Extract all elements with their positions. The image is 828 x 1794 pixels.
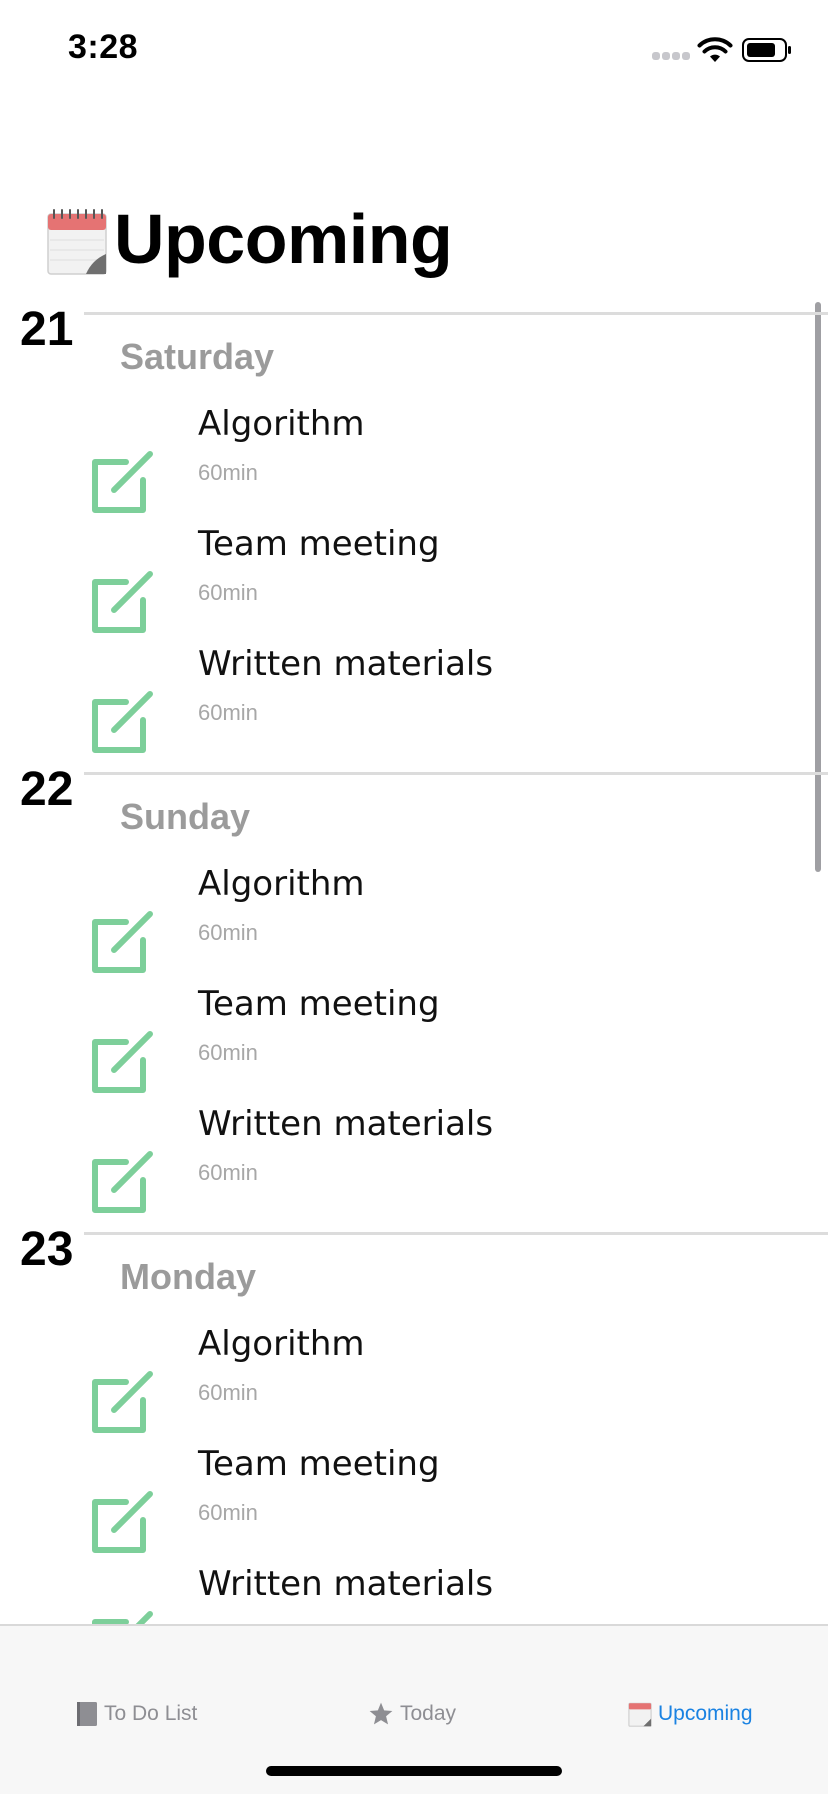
day-number: 23 [20, 1223, 74, 1276]
task-duration: 60min [198, 1160, 258, 1185]
task-title: Written materials [198, 1564, 494, 1604]
tab-label: Today [400, 1702, 457, 1725]
task-title: Written materials [198, 644, 494, 684]
star-icon [369, 1702, 393, 1725]
tab-today[interactable]: Today [368, 1698, 456, 1730]
wifi-icon [697, 37, 733, 62]
day-divider [84, 772, 828, 775]
task-title: Algorithm [198, 864, 365, 904]
task-item[interactable]: Algorithm 60min [0, 864, 828, 984]
cellular-signal-icon [652, 52, 692, 62]
task-item[interactable]: Team meeting 60min [0, 1444, 828, 1564]
task-item[interactable]: Team meeting 60min [0, 984, 828, 1104]
task-title: Team meeting [198, 524, 440, 564]
day-number: 21 [20, 303, 74, 356]
task-duration: 60min [198, 1040, 258, 1065]
day-name: Saturday [120, 336, 275, 377]
edit-icon [92, 911, 153, 973]
task-duration: 60min [198, 920, 258, 945]
edit-icon [92, 691, 153, 753]
edit-icon [92, 1491, 153, 1553]
task-duration: 60min [198, 1380, 258, 1405]
edit-icon [92, 1031, 153, 1093]
tab-to-do-list[interactable]: To Do List [76, 1698, 197, 1730]
status-bar: 3:28 [0, 0, 828, 100]
notebook-icon [77, 1702, 97, 1726]
task-item[interactable]: Written materials 60min [0, 1104, 828, 1224]
battery-icon [742, 38, 791, 62]
task-title: Written materials [198, 1104, 494, 1144]
task-title: Algorithm [198, 404, 365, 444]
task-item[interactable]: Algorithm 60min [0, 1324, 828, 1444]
day-number: 22 [20, 763, 74, 816]
status-time: 3:28 [68, 28, 139, 66]
day-divider [84, 312, 828, 315]
tab-label: To Do List [104, 1702, 198, 1725]
day-name: Sunday [120, 796, 251, 837]
task-title: Team meeting [198, 1444, 440, 1484]
task-duration: 60min [198, 700, 258, 725]
task-title: Team meeting [198, 984, 440, 1024]
day-name: Monday [120, 1256, 257, 1297]
tab-label: Upcoming [658, 1702, 753, 1725]
task-title: Algorithm [198, 1324, 365, 1364]
task-duration: 60min [198, 1500, 258, 1525]
page-title: Upcoming [114, 200, 453, 278]
edit-icon [92, 451, 153, 513]
task-item[interactable]: Written materials 60min [0, 644, 828, 764]
edit-icon [92, 1371, 153, 1433]
calendar-icon [47, 209, 107, 275]
calendar-icon [628, 1702, 652, 1727]
task-duration: 60min [198, 460, 258, 485]
task-duration: 60min [198, 580, 258, 605]
task-item[interactable]: Team meeting 60min [0, 524, 828, 644]
edit-icon [92, 571, 153, 633]
task-item[interactable]: Algorithm 60min [0, 404, 828, 524]
tab-upcoming[interactable]: Upcoming [628, 1698, 753, 1730]
home-indicator [266, 1766, 562, 1776]
day-divider [84, 1232, 828, 1235]
edit-icon [92, 1151, 153, 1213]
